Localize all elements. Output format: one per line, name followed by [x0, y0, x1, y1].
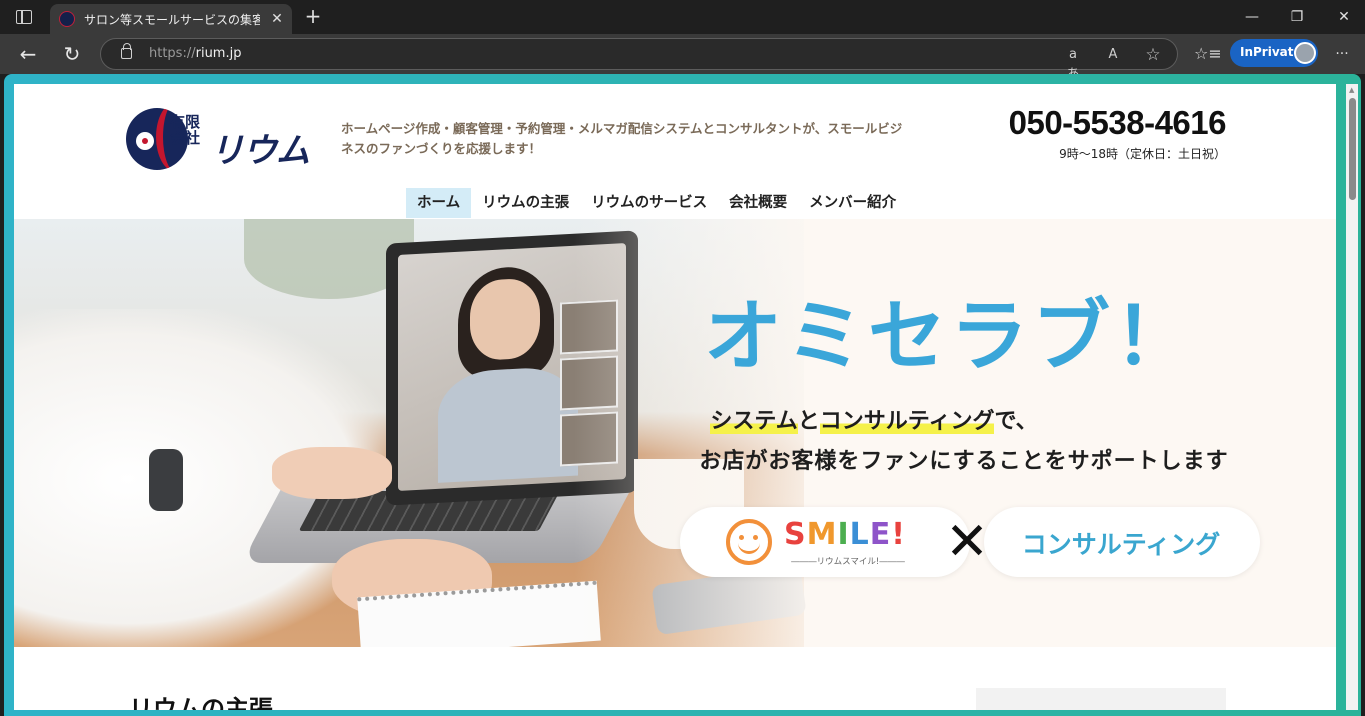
- highlight-system: システム: [710, 409, 798, 434]
- hero-subtitle-line2: お店がお客様をファンにすることをサポートします: [699, 449, 1229, 474]
- site-tagline: ホームページ作成・顧客管理・予約管理・メルマガ配信システムとコンサルタントが、ス…: [341, 121, 903, 156]
- smile-logo-text: SMILE!: [784, 517, 906, 552]
- more-icon[interactable]: ···: [1330, 42, 1354, 66]
- smile-badge: SMILE! ―――リウムスマイル!―――: [680, 507, 970, 577]
- inprivate-label: InPrivate: [1240, 45, 1302, 59]
- minimize-icon[interactable]: —: [1240, 6, 1264, 28]
- nav-item-claim[interactable]: リウムの主張: [471, 188, 580, 218]
- smile-letter: L: [849, 517, 870, 552]
- inprivate-button[interactable]: InPrivate: [1230, 39, 1318, 67]
- business-hours: 9時〜18時（定休日：土日祝）: [1059, 147, 1226, 161]
- logo-flower-icon: [136, 132, 154, 150]
- read-aloud-icon[interactable]: A: [1103, 45, 1123, 65]
- scroll-up-icon[interactable]: ▲: [1349, 86, 1354, 94]
- url-scheme: https://: [149, 46, 196, 61]
- browser-toolbar: ← ↻ https://rium.jp aあ A ☆ ☆≡ InPrivate …: [0, 34, 1365, 82]
- consulting-badge: コンサルティング: [984, 507, 1260, 577]
- translate-icon[interactable]: aあ: [1063, 45, 1083, 82]
- star-icon[interactable]: ☆: [1143, 45, 1163, 65]
- hero-text-de: で、: [994, 409, 1038, 434]
- hero-text-to: と: [797, 409, 820, 434]
- refresh-icon[interactable]: ↻: [60, 42, 84, 66]
- hero-banner: オミセラブ！ システムとコンサルティングで、 お店がお客様をファンにすることをサ…: [14, 219, 1336, 647]
- lock-icon[interactable]: [121, 43, 132, 59]
- logo-company-type: 有限 会社: [170, 113, 201, 147]
- smile-letter: !: [891, 517, 906, 552]
- video-person-shirt: [438, 365, 578, 483]
- url-host: rium.jp: [195, 46, 242, 61]
- nav-item-services[interactable]: リウムのサービス: [580, 188, 718, 218]
- back-arrow-icon[interactable]: ←: [16, 42, 40, 66]
- smile-subtext: ―――リウムスマイル!―――: [791, 557, 905, 567]
- scroll-thumb[interactable]: [1349, 98, 1356, 200]
- consulting-label: コンサルティング: [1021, 530, 1221, 559]
- nav-item-home[interactable]: ホーム: [406, 188, 472, 218]
- address-bar[interactable]: https://rium.jp aあ A ☆: [100, 38, 1178, 82]
- favorites-icon[interactable]: ☆≡: [1194, 42, 1222, 66]
- logo-name: リウム: [210, 131, 310, 171]
- avatar: [1294, 42, 1316, 64]
- hero-title: オミセラブ！: [704, 292, 1197, 382]
- hand-image: [272, 447, 392, 499]
- smile-letter: E: [869, 517, 892, 552]
- watch-image: [149, 449, 183, 511]
- highlight-consulting: コンサルティング: [819, 409, 995, 434]
- tab-title: サロン等スモールサービスの集客顧客フ: [84, 13, 260, 27]
- hero-subtitle-line1: システムとコンサルティングで、: [614, 403, 1134, 435]
- sidebar-box: [976, 688, 1226, 710]
- title-bar: サロン等スモールサービスの集客顧客フ ✕ + — ❐ ✕: [0, 0, 1365, 34]
- scrollbar[interactable]: ▲: [1346, 84, 1358, 710]
- url-text[interactable]: https://rium.jp: [149, 46, 241, 61]
- section-heading: リウムの主張: [129, 695, 273, 710]
- phone-number[interactable]: 050-5538-4616: [994, 104, 1227, 142]
- panel-icon[interactable]: [16, 10, 32, 24]
- restore-icon[interactable]: ❐: [1285, 6, 1309, 28]
- nav-item-company[interactable]: 会社概要: [718, 188, 798, 218]
- smile-letter: S: [784, 517, 807, 552]
- smile-letter: M: [806, 517, 838, 552]
- smile-letter: I: [837, 517, 850, 552]
- window-close-icon[interactable]: ✕: [1332, 6, 1356, 28]
- smiley-icon: [726, 519, 772, 565]
- web-page: 有限 会社 リウム ホームページ作成・顧客管理・予約管理・メルマガ配信システムとコ…: [14, 84, 1336, 710]
- browser-tab[interactable]: サロン等スモールサービスの集客顧客フ ✕: [50, 4, 292, 34]
- site-logo[interactable]: 有限 会社 リウム: [126, 108, 331, 172]
- close-icon[interactable]: ✕: [268, 10, 286, 28]
- global-nav: ホーム リウムの主張 リウムのサービス 会社概要 メンバー紹介: [406, 188, 907, 218]
- favicon-icon: [59, 11, 75, 27]
- nav-item-members[interactable]: メンバー紹介: [798, 188, 907, 218]
- plus-icon[interactable]: +: [302, 6, 324, 28]
- video-person-face: [470, 277, 540, 362]
